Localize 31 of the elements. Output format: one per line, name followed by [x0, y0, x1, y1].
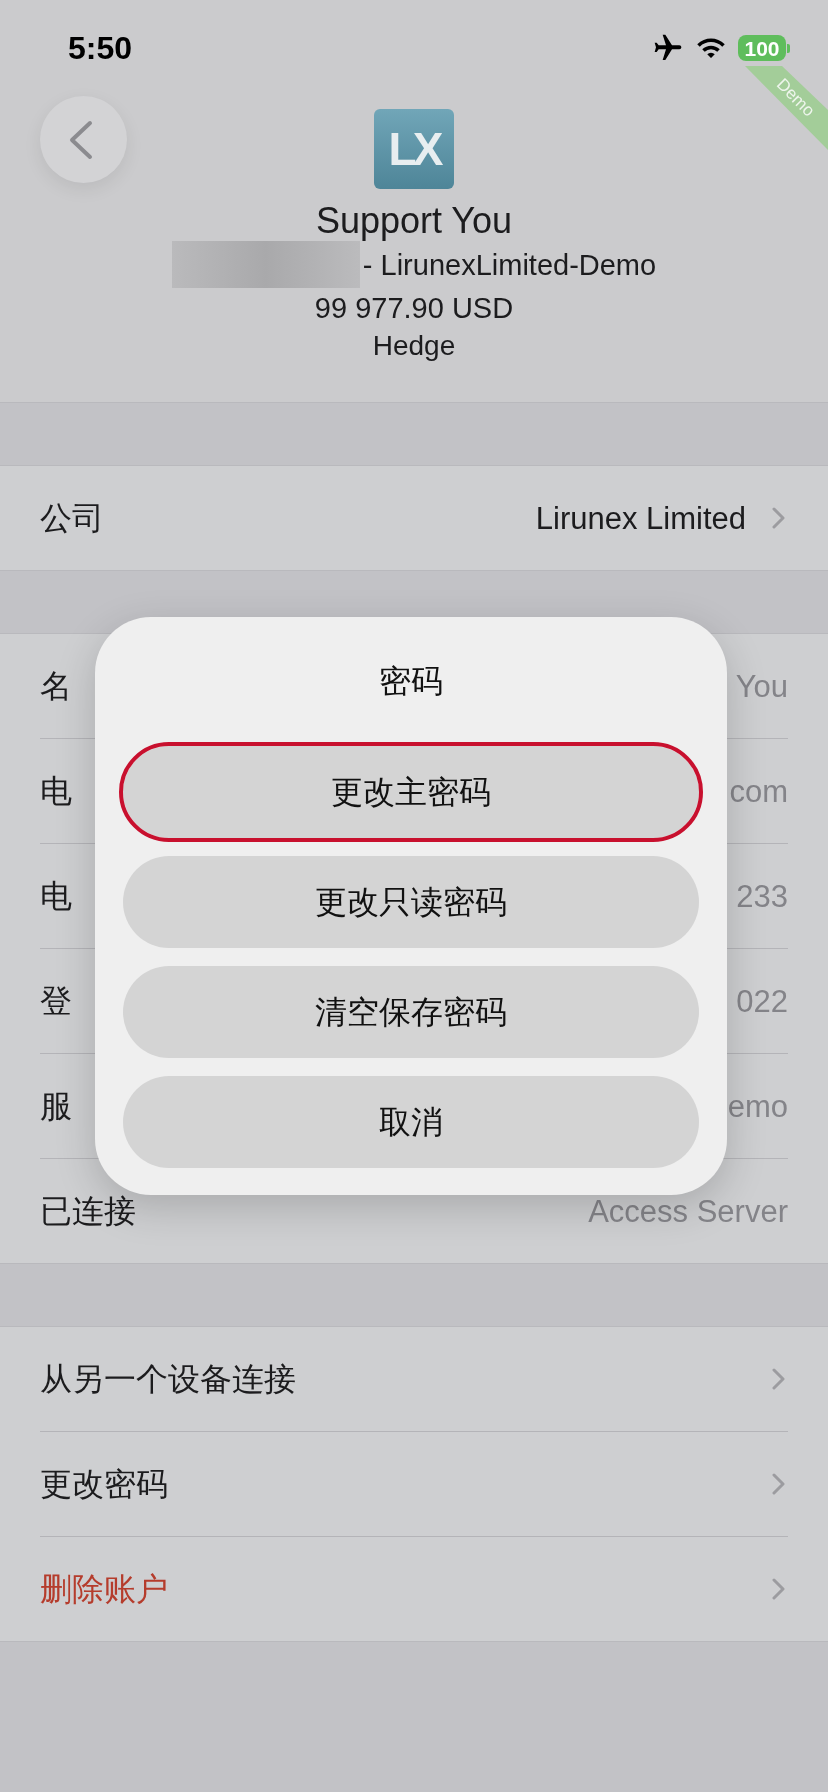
- row-label[interactable]: 公司: [40, 502, 104, 534]
- row-label[interactable]: 删除账户: [40, 1573, 168, 1605]
- server-name: - LirunexLimited-Demo: [362, 247, 657, 283]
- row-label: 名: [40, 670, 72, 702]
- account-type: Hedge: [372, 329, 456, 363]
- status-time: 5:50: [68, 32, 133, 64]
- row-label: 电: [40, 775, 72, 807]
- row-value: You: [735, 670, 788, 702]
- row-value: Access Server: [588, 1195, 788, 1227]
- battery-indicator: 100: [738, 35, 790, 61]
- row-value: 233: [736, 880, 788, 912]
- dialog-title: 密码: [379, 662, 443, 701]
- row-value: com: [729, 775, 788, 807]
- balance-text: 99 977.90 USD: [314, 291, 514, 326]
- app-logo: LX: [374, 109, 454, 189]
- row-label: 已连接: [40, 1195, 136, 1227]
- account-name: Support You: [315, 201, 513, 241]
- row-value: emo: [727, 1090, 788, 1122]
- chevron-right-icon: [772, 1578, 785, 1600]
- dialog-button[interactable]: 更改主密码: [119, 742, 703, 842]
- row-value: Lirunex Limited: [535, 502, 746, 534]
- row-label: 登: [40, 985, 72, 1017]
- row-label[interactable]: 从另一个设备连接: [40, 1363, 296, 1395]
- chevron-right-icon: [772, 1473, 785, 1495]
- row-label: 服: [40, 1090, 72, 1122]
- chevron-right-icon: [772, 507, 785, 529]
- row-label: 电: [40, 880, 72, 912]
- row-value: 022: [736, 985, 788, 1017]
- chevron-left-icon: [67, 119, 94, 160]
- chevron-right-icon: [772, 1368, 785, 1390]
- row-label[interactable]: 更改密码: [40, 1468, 168, 1500]
